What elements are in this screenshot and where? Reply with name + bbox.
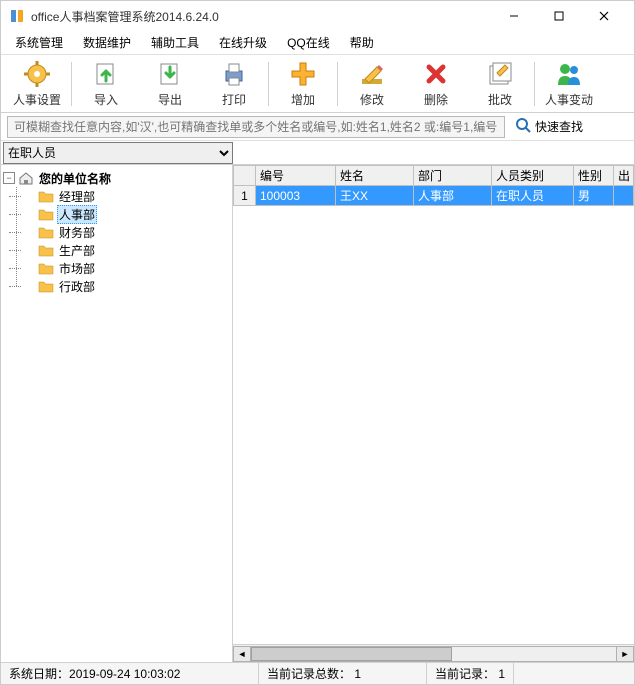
grid-header[interactable]: 人员类别 (492, 166, 574, 186)
grid-header[interactable]: 性别 (574, 166, 614, 186)
tree-pane: −您的单位名称经理部人事部财务部生产部市场部行政部 (1, 165, 233, 662)
tool-print[interactable]: 打印 (202, 57, 266, 111)
folder-icon (38, 243, 54, 257)
minimize-button[interactable] (491, 1, 536, 31)
quick-search-label: 快速查找 (535, 118, 583, 135)
gear-icon (22, 59, 52, 89)
data-grid[interactable]: 编号姓名部门人员类别性别出1100003王XX人事部在职人员男 (233, 165, 634, 206)
grid-header[interactable]: 出 (614, 166, 634, 186)
tree-node[interactable]: 经理部 (11, 187, 230, 205)
tree-node[interactable]: 生产部 (11, 241, 230, 259)
org-tree: −您的单位名称经理部人事部财务部生产部市场部行政部 (1, 165, 232, 662)
toolbar: 人事设置导入导出打印增加修改删除批改人事变动 (1, 55, 634, 113)
batch-icon (485, 59, 515, 89)
staff-status-select[interactable]: 在职人员 (3, 142, 233, 164)
window-controls (491, 1, 626, 31)
export-icon (155, 59, 185, 89)
window-title: office人事档案管理系统2014.6.24.0 (31, 8, 491, 25)
grid-header[interactable]: 部门 (414, 166, 492, 186)
maximize-button[interactable] (536, 1, 581, 31)
tree-node[interactable]: 财务部 (11, 223, 230, 241)
filter-row: 在职人员 (1, 141, 634, 165)
folder-icon (38, 189, 54, 203)
status-bar: 系统日期：2019-09-24 10:03:02 当前记录总数： 1 当前记录：… (1, 662, 634, 684)
scroll-thumb[interactable] (251, 647, 452, 661)
print-icon (219, 59, 249, 89)
tool-import[interactable]: 导入 (74, 57, 138, 111)
close-button[interactable] (581, 1, 626, 31)
home-icon (18, 171, 34, 185)
grid-corner (234, 166, 256, 186)
tool-export[interactable]: 导出 (138, 57, 202, 111)
grid-pane: 编号姓名部门人员类别性别出1100003王XX人事部在职人员男 ◄ ► (233, 165, 634, 662)
menu-2[interactable]: 辅助工具 (141, 31, 209, 54)
menu-0[interactable]: 系统管理 (5, 31, 73, 54)
tree-node[interactable]: 行政部 (11, 277, 230, 295)
tool-delete[interactable]: 删除 (404, 57, 468, 111)
status-current: 当前记录： 1 (427, 663, 514, 684)
magnifier-icon (515, 117, 531, 136)
status-total: 当前记录总数： 1 (259, 663, 427, 684)
grid-header[interactable]: 编号 (256, 166, 336, 186)
tool-people[interactable]: 人事变动 (537, 57, 601, 111)
scroll-left-button[interactable]: ◄ (233, 646, 251, 662)
table-row[interactable]: 1100003王XX人事部在职人员男 (234, 186, 634, 206)
menubar: 系统管理数据维护辅助工具在线升级QQ在线帮助 (1, 31, 634, 55)
tree-node[interactable]: 人事部 (11, 205, 230, 223)
menu-1[interactable]: 数据维护 (73, 31, 141, 54)
menu-5[interactable]: 帮助 (340, 31, 384, 54)
delete-icon (421, 59, 451, 89)
people-icon (554, 59, 584, 89)
folder-icon (38, 207, 54, 221)
folder-icon (38, 225, 54, 239)
horizontal-scrollbar[interactable]: ◄ ► (233, 644, 634, 662)
folder-icon (38, 279, 54, 293)
edit-icon (357, 59, 387, 89)
add-icon (288, 59, 318, 89)
tree-node[interactable]: 市场部 (11, 259, 230, 277)
menu-3[interactable]: 在线升级 (209, 31, 277, 54)
tool-edit[interactable]: 修改 (340, 57, 404, 111)
main-area: −您的单位名称经理部人事部财务部生产部市场部行政部 编号姓名部门人员类别性别出1… (1, 165, 634, 662)
grid-header[interactable]: 姓名 (336, 166, 414, 186)
tree-root[interactable]: −您的单位名称 (3, 169, 230, 187)
app-icon (9, 8, 25, 24)
tool-add[interactable]: 增加 (271, 57, 335, 111)
tool-batch[interactable]: 批改 (468, 57, 532, 111)
menu-4[interactable]: QQ在线 (277, 31, 340, 54)
scroll-track[interactable] (251, 646, 616, 662)
search-bar: 快速查找 (1, 113, 634, 141)
import-icon (91, 59, 121, 89)
folder-icon (38, 261, 54, 275)
tool-gear[interactable]: 人事设置 (5, 57, 69, 111)
titlebar: office人事档案管理系统2014.6.24.0 (1, 1, 634, 31)
scroll-right-button[interactable]: ► (616, 646, 634, 662)
grid-wrap: 编号姓名部门人员类别性别出1100003王XX人事部在职人员男 (233, 165, 634, 644)
status-date: 系统日期：2019-09-24 10:03:02 (1, 663, 259, 684)
quick-search-button[interactable]: 快速查找 (511, 115, 587, 138)
search-input[interactable] (7, 116, 505, 138)
collapse-icon[interactable]: − (3, 172, 15, 184)
